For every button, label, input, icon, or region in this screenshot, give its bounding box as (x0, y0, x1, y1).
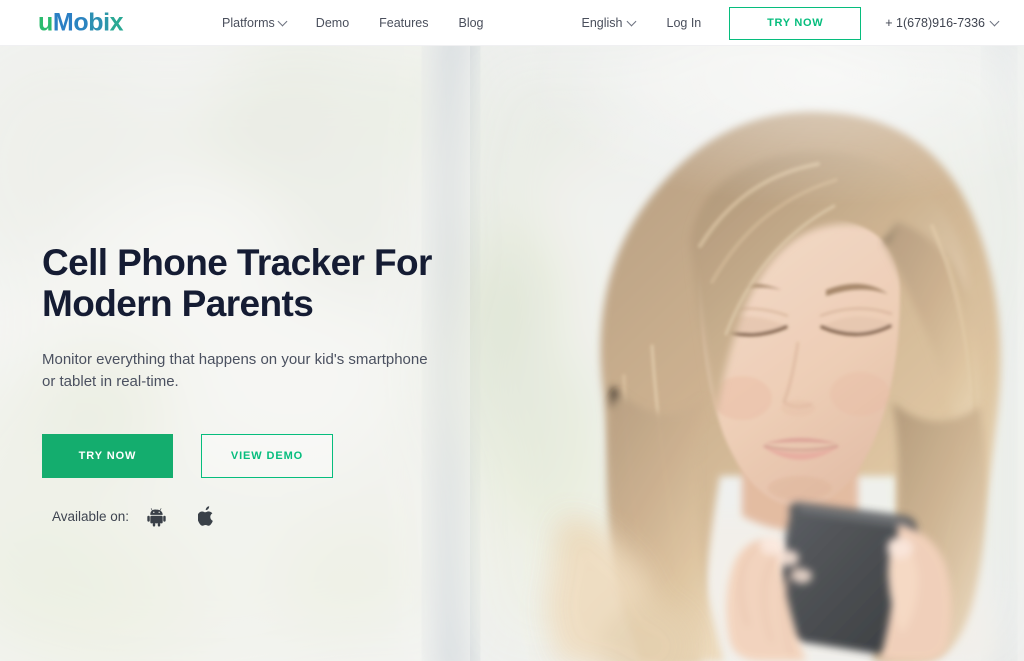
logo-char-m: M (52, 8, 74, 36)
logo-char-x: x (109, 8, 124, 36)
nav-item-demo[interactable]: Demo (316, 16, 349, 30)
available-on-label: Available on: (52, 508, 130, 524)
nav-item-blog-label: Blog (458, 16, 484, 30)
nav-item-demo-label: Demo (315, 16, 350, 30)
apple-icon[interactable] (198, 506, 215, 527)
nav-item-blog[interactable]: Blog (458, 16, 483, 30)
phone-number-selector[interactable]: + 1(678)916-7336 (885, 16, 1000, 30)
android-icon[interactable] (147, 506, 166, 527)
chevron-down-icon (277, 16, 288, 26)
main-navigation: Platforms Demo Features Blog (222, 0, 484, 46)
nav-item-platforms-label: Platforms (222, 16, 275, 30)
page-title: Cell Phone Tracker For Modern Parents (42, 242, 432, 325)
phone-number-label: + 1(678)916-7336 (885, 16, 985, 30)
nav-item-features[interactable]: Features (379, 16, 428, 30)
site-header: uMobix Platforms Demo Features Blog Engl… (0, 0, 1024, 46)
hero-cta-group: TRY NOW VIEW DEMO (42, 433, 512, 478)
chevron-down-icon (989, 16, 1000, 26)
logo-char-u: u (38, 8, 53, 36)
hero-copy: Cell Phone Tracker For Modern Parents Mo… (42, 242, 512, 527)
hero-try-now-button[interactable]: TRY NOW (42, 433, 173, 478)
logo-char-b: b (88, 8, 104, 36)
login-link[interactable]: Log In (667, 16, 702, 30)
hero-subtitle: Monitor everything that happens on your … (42, 350, 428, 391)
available-platforms: Available on: (52, 506, 512, 527)
nav-item-features-label: Features (379, 16, 429, 30)
hero-section: Cell Phone Tracker For Modern Parents Mo… (0, 46, 1024, 661)
landing-page: uMobix Platforms Demo Features Blog Engl… (0, 0, 1024, 661)
logo-char-o: o (73, 8, 89, 36)
hero-view-demo-button[interactable]: VIEW DEMO (201, 433, 333, 478)
nav-item-platforms[interactable]: Platforms (222, 16, 288, 30)
header-try-now-button[interactable]: TRY NOW (729, 6, 862, 40)
header-utilities: English Log In TRY NOW + 1(678)916-7336 (582, 0, 1024, 46)
language-selector[interactable]: English (581, 16, 636, 30)
logo-umobix[interactable]: uMobix (38, 8, 124, 36)
language-selector-label: English (581, 16, 623, 30)
chevron-down-icon (626, 16, 636, 26)
